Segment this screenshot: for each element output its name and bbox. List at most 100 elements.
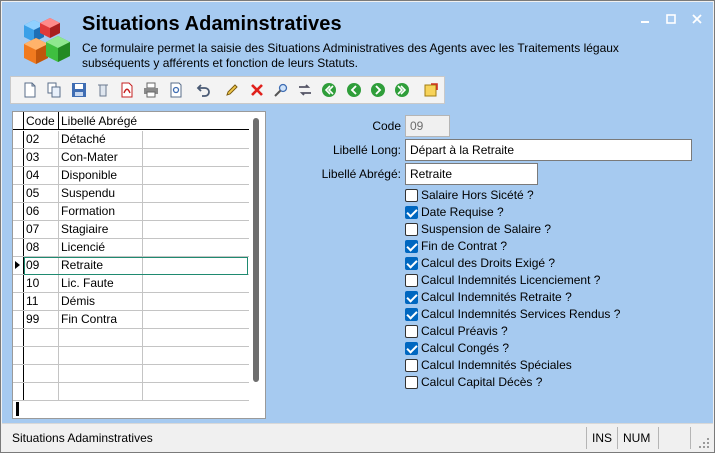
- row-filler-cell[interactable]: [143, 275, 249, 292]
- code-field[interactable]: 09: [405, 115, 450, 137]
- row-libelle-cell[interactable]: Retraite: [59, 257, 143, 274]
- table-row[interactable]: 11 Démis: [13, 293, 249, 311]
- undo-icon[interactable]: [193, 79, 215, 101]
- table-row[interactable]: 09 Retraite: [13, 257, 249, 275]
- row-code-cell[interactable]: 99: [24, 311, 59, 328]
- checkbox-checked[interactable]: [405, 291, 418, 304]
- row-indicator[interactable]: [13, 221, 24, 238]
- checkbox-option[interactable]: Fin de Contrat ?: [405, 238, 507, 255]
- table-row[interactable]: [13, 365, 249, 383]
- row-filler-cell[interactable]: [143, 293, 249, 310]
- checkbox-unchecked[interactable]: [405, 325, 418, 338]
- situations-grid[interactable]: Code Libellé Abrégé 02 Détaché 03 Con-Mater…: [12, 111, 266, 419]
- row-code-cell[interactable]: 10: [24, 275, 59, 292]
- row-libelle-cell[interactable]: Démis: [59, 293, 143, 310]
- previous-icon[interactable]: [343, 79, 365, 101]
- cancel-icon[interactable]: [246, 79, 268, 101]
- row-indicator[interactable]: [13, 311, 24, 328]
- row-code-cell[interactable]: [24, 329, 59, 346]
- checkbox-checked[interactable]: [405, 240, 418, 253]
- row-libelle-cell[interactable]: Formation: [59, 203, 143, 220]
- checkbox-option[interactable]: Calcul Indemnités Licenciement ?: [405, 272, 600, 289]
- checkbox-option[interactable]: Calcul Congés ?: [405, 340, 509, 357]
- row-code-cell[interactable]: [24, 383, 59, 400]
- checkbox-checked[interactable]: [405, 206, 418, 219]
- print-icon[interactable]: [140, 79, 162, 101]
- row-filler-cell[interactable]: [143, 311, 249, 328]
- row-indicator[interactable]: [13, 365, 24, 382]
- checkbox-checked[interactable]: [405, 257, 418, 270]
- checkbox-option[interactable]: Salaire Hors Sicété ?: [405, 187, 534, 204]
- table-row[interactable]: 07 Stagiaire: [13, 221, 249, 239]
- refresh-icon[interactable]: [294, 79, 316, 101]
- checkbox-label[interactable]: Date Requise ?: [421, 204, 504, 221]
- row-filler-cell[interactable]: [143, 131, 249, 148]
- checkbox-checked[interactable]: [405, 308, 418, 321]
- copy-icon[interactable]: [43, 79, 65, 101]
- new-icon[interactable]: [19, 79, 41, 101]
- maximize-icon[interactable]: [660, 10, 682, 28]
- checkbox-label[interactable]: Calcul Indemnités Retraite ?: [421, 289, 572, 306]
- row-filler-cell[interactable]: [143, 167, 249, 184]
- checkbox-option[interactable]: Calcul Capital Décès ?: [405, 374, 542, 391]
- row-libelle-cell[interactable]: Con-Mater: [59, 149, 143, 166]
- table-row[interactable]: 05 Suspendu: [13, 185, 249, 203]
- row-code-cell[interactable]: 04: [24, 167, 59, 184]
- pdf-icon[interactable]: [116, 79, 138, 101]
- checkbox-option[interactable]: Date Requise ?: [405, 204, 504, 221]
- checkbox-label[interactable]: Calcul Congés ?: [421, 340, 509, 357]
- row-libelle-cell[interactable]: Lic. Faute: [59, 275, 143, 292]
- row-indicator[interactable]: [13, 329, 24, 346]
- minimize-icon[interactable]: [634, 10, 656, 28]
- row-indicator[interactable]: [13, 293, 24, 310]
- row-indicator[interactable]: [13, 131, 24, 148]
- row-filler-cell[interactable]: [143, 221, 249, 238]
- row-filler-cell[interactable]: [143, 257, 249, 274]
- next-icon[interactable]: [367, 79, 389, 101]
- row-filler-cell[interactable]: [143, 329, 249, 346]
- row-code-cell[interactable]: 11: [24, 293, 59, 310]
- row-libelle-cell[interactable]: [59, 383, 143, 400]
- checkbox-option[interactable]: Calcul Indemnités Spéciales: [405, 357, 572, 374]
- table-row[interactable]: 99 Fin Contra: [13, 311, 249, 329]
- search-icon[interactable]: [270, 79, 292, 101]
- checkbox-label[interactable]: Calcul Capital Décès ?: [421, 374, 542, 391]
- checkbox-label[interactable]: Salaire Hors Sicété ?: [421, 187, 534, 204]
- exit-icon[interactable]: [420, 79, 442, 101]
- row-filler-cell[interactable]: [143, 383, 249, 400]
- delete-icon[interactable]: [92, 79, 114, 101]
- row-code-cell[interactable]: 02: [24, 131, 59, 148]
- row-code-cell[interactable]: [24, 365, 59, 382]
- table-row[interactable]: 03 Con-Mater: [13, 149, 249, 167]
- checkbox-option[interactable]: Suspension de Salaire ?: [405, 221, 551, 238]
- row-indicator[interactable]: [13, 185, 24, 202]
- save-icon[interactable]: [68, 79, 90, 101]
- checkbox-option[interactable]: Calcul Préavis ?: [405, 323, 508, 340]
- grid-header-code[interactable]: Code: [24, 112, 59, 130]
- row-code-cell[interactable]: 03: [24, 149, 59, 166]
- checkbox-label[interactable]: Calcul Préavis ?: [421, 323, 508, 340]
- row-libelle-cell[interactable]: Suspendu: [59, 185, 143, 202]
- table-row[interactable]: 06 Formation: [13, 203, 249, 221]
- checkbox-label[interactable]: Calcul Indemnités Spéciales: [421, 357, 572, 374]
- table-row[interactable]: 04 Disponible: [13, 167, 249, 185]
- close-icon[interactable]: [686, 10, 708, 28]
- row-code-cell[interactable]: 07: [24, 221, 59, 238]
- table-row[interactable]: 10 Lic. Faute: [13, 275, 249, 293]
- row-code-cell[interactable]: [24, 347, 59, 364]
- row-code-cell[interactable]: 05: [24, 185, 59, 202]
- row-libelle-cell[interactable]: [59, 365, 143, 382]
- row-filler-cell[interactable]: [143, 365, 249, 382]
- checkbox-unchecked[interactable]: [405, 274, 418, 287]
- table-row[interactable]: 08 Licencié: [13, 239, 249, 257]
- checkbox-unchecked[interactable]: [405, 376, 418, 389]
- checkbox-unchecked[interactable]: [405, 189, 418, 202]
- libelle-long-field[interactable]: Départ à la Retraite: [405, 139, 692, 161]
- row-libelle-cell[interactable]: [59, 329, 143, 346]
- row-filler-cell[interactable]: [143, 239, 249, 256]
- row-indicator[interactable]: [13, 383, 24, 400]
- row-indicator[interactable]: [13, 149, 24, 166]
- row-indicator[interactable]: [13, 239, 24, 256]
- table-row[interactable]: [13, 347, 249, 365]
- checkbox-label[interactable]: Calcul des Droits Exigé ?: [421, 255, 555, 272]
